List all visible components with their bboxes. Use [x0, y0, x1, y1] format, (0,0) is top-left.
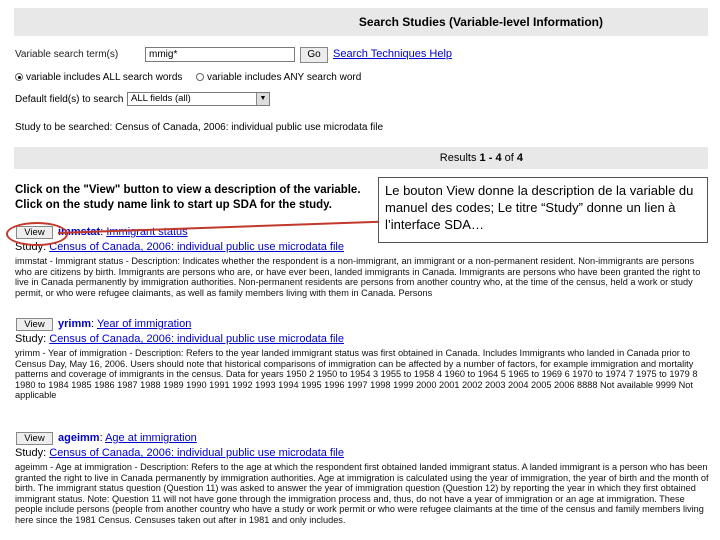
radio-any-label: variable includes ANY search word	[206, 72, 362, 83]
radio-all-label: variable includes ALL search words	[26, 72, 183, 83]
results-count: Results 1 - 4 of 4	[439, 152, 523, 164]
variable-name-link[interactable]: ageimm: Age at immigration	[58, 432, 197, 444]
annotation-circle	[6, 222, 68, 246]
fields-select[interactable]: ALL fields (all) ▼	[127, 92, 270, 106]
instruction-line-2: Click on the study name link to start up…	[15, 199, 332, 211]
search-mode-radios: variable includes ALL search words varia…	[15, 72, 361, 83]
variable-description: immstat - Immigrant status - Description…	[15, 256, 701, 298]
variable-name-link[interactable]: yrimm: Year of immigration	[58, 318, 191, 330]
results-bar: Results 1 - 4 of 4	[14, 147, 708, 169]
chevron-down-icon: ▼	[256, 93, 269, 105]
search-term-label: Variable search term(s)	[15, 49, 119, 60]
study-line: Study: Census of Canada, 2006: individua…	[15, 333, 344, 345]
header-bar: Search Studies (Variable-level Informati…	[14, 8, 708, 36]
view-button[interactable]: View	[16, 432, 53, 445]
variable-description: ageimm - Age at immigration - Descriptio…	[15, 462, 709, 525]
page-title: Search Studies (Variable-level Informati…	[358, 15, 603, 29]
search-techniques-help-link[interactable]: Search Techniques Help	[333, 48, 452, 60]
variable-description: yrimm - Year of immigration - Descriptio…	[15, 348, 698, 400]
radio-all-words[interactable]	[15, 73, 23, 81]
study-line: Study: Census of Canada, 2006: individua…	[15, 447, 344, 459]
study-link[interactable]: Census of Canada, 2006: individual publi…	[49, 447, 344, 459]
radio-any-words[interactable]	[195, 73, 204, 81]
annotation-callout: Le bouton View donne la description de l…	[378, 177, 708, 243]
go-button[interactable]: Go	[300, 47, 328, 63]
fields-label: Default field(s) to search	[15, 94, 124, 105]
study-to-search: Study to be searched: Census of Canada, …	[15, 122, 384, 133]
view-button[interactable]: View	[16, 318, 53, 331]
study-link[interactable]: Census of Canada, 2006: individual publi…	[49, 333, 344, 345]
study-link[interactable]: Census of Canada, 2006: individual publi…	[49, 241, 344, 253]
search-input[interactable]: mmig*	[145, 47, 295, 62]
instruction-line-1: Click on the "View" button to view a des…	[15, 184, 361, 196]
fields-select-value: ALL fields (all)	[131, 93, 191, 104]
study-line: Study: Census of Canada, 2006: individua…	[15, 241, 344, 253]
